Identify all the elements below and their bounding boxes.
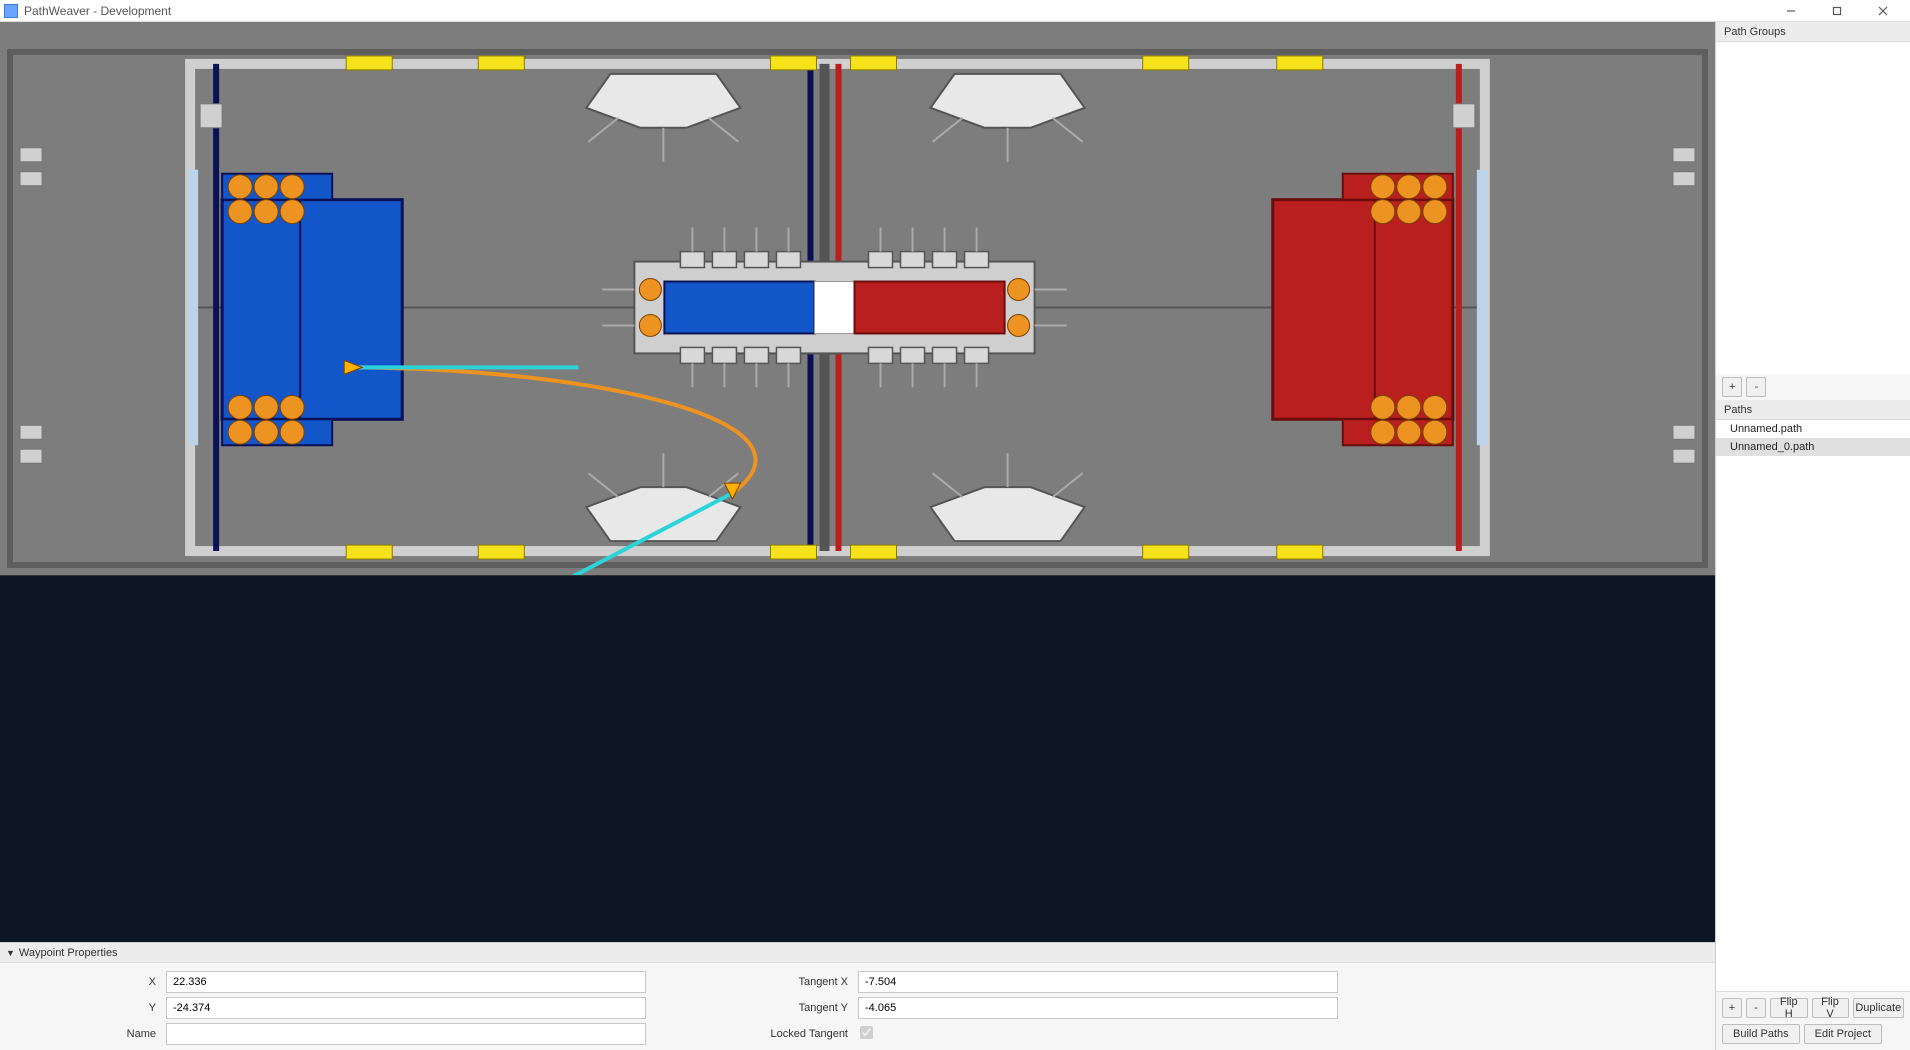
rocket-bottom-right <box>931 453 1085 541</box>
window-minimize-button[interactable] <box>1768 0 1814 22</box>
path-groups-list[interactable] <box>1716 42 1910 374</box>
add-path-button[interactable]: + <box>1722 998 1742 1018</box>
edit-project-button[interactable]: Edit Project <box>1804 1024 1882 1044</box>
x-input[interactable] <box>166 971 646 993</box>
y-label: Y <box>0 1002 160 1014</box>
flip-v-button[interactable]: Flip V <box>1812 998 1849 1018</box>
list-item[interactable]: Unnamed_0.path <box>1716 438 1910 456</box>
paths-list[interactable]: Unnamed.pathUnnamed_0.path <box>1716 420 1910 991</box>
waypoint-properties-panel: ▼ Waypoint Properties X Tangent X Y Tang… <box>0 942 1715 1050</box>
app-icon <box>4 4 18 18</box>
rocket-top-right <box>931 74 1085 162</box>
paths-header: Paths <box>1716 400 1910 420</box>
build-paths-button[interactable]: Build Paths <box>1722 1024 1800 1044</box>
window-maximize-button[interactable] <box>1814 0 1860 22</box>
remove-path-button[interactable]: - <box>1746 998 1766 1018</box>
locked-tangent-checkbox[interactable] <box>860 1026 873 1039</box>
tangent-y-input[interactable] <box>858 997 1338 1019</box>
waypoint-properties-title: Waypoint Properties <box>19 947 118 959</box>
tangent-x-input[interactable] <box>858 971 1338 993</box>
list-item[interactable]: Unnamed.path <box>1716 420 1910 438</box>
x-label: X <box>0 976 160 988</box>
name-input[interactable] <box>166 1023 646 1045</box>
tangent-y-label: Tangent Y <box>652 1002 852 1014</box>
log-output-area <box>0 576 1715 942</box>
window-title: PathWeaver - Development <box>24 4 171 18</box>
titlebar: PathWeaver - Development <box>0 0 1910 22</box>
flip-h-button[interactable]: Flip H <box>1770 998 1808 1018</box>
window-close-button[interactable] <box>1860 0 1906 22</box>
y-input[interactable] <box>166 997 646 1019</box>
name-label: Name <box>0 1028 160 1040</box>
remove-group-button[interactable]: - <box>1746 377 1766 397</box>
rocket-top-left <box>586 74 740 162</box>
locked-tangent-label: Locked Tangent <box>652 1028 852 1040</box>
field-canvas[interactable] <box>0 22 1715 576</box>
duplicate-button[interactable]: Duplicate <box>1853 998 1905 1018</box>
path-spline <box>354 367 755 493</box>
waypoint-properties-header[interactable]: ▼ Waypoint Properties <box>0 943 1715 963</box>
tangent-x-label: Tangent X <box>652 976 852 988</box>
add-group-button[interactable]: + <box>1722 377 1742 397</box>
chevron-down-icon: ▼ <box>6 948 15 958</box>
path-groups-header: Path Groups <box>1716 22 1910 42</box>
